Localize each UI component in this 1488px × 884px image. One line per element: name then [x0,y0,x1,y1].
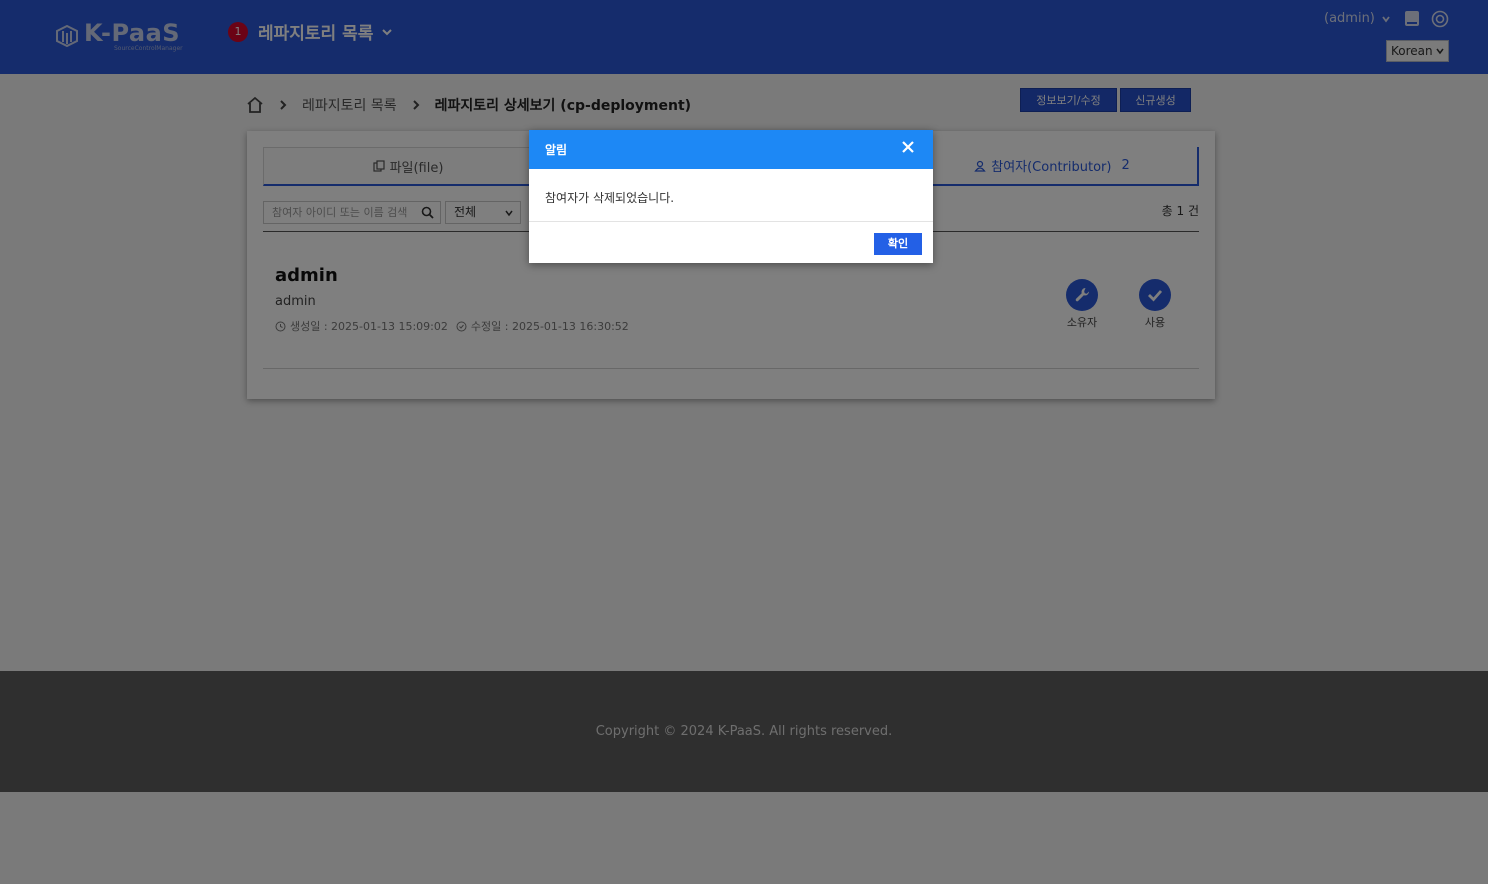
dialog-header: 알림 [529,130,933,169]
dialog-message: 참여자가 삭제되었습니다. [529,169,933,222]
confirm-button[interactable]: 확인 [874,233,922,255]
dialog-title: 알림 [545,143,568,157]
close-icon[interactable] [901,140,915,154]
alert-dialog: 알림 참여자가 삭제되었습니다. 확인 [529,130,933,263]
